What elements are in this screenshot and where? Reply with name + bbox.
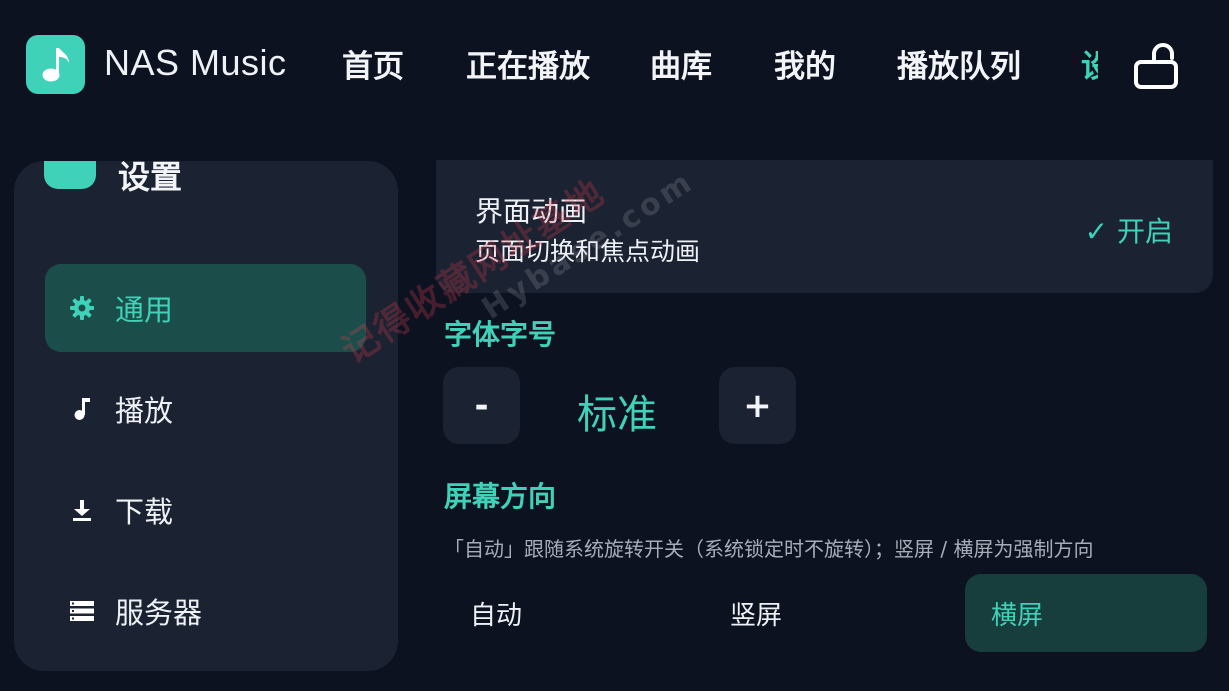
orientation-option-portrait[interactable]: 竖屏 [704,574,946,652]
sidebar-item-label: 通用 [115,293,174,327]
sidebar-item-server[interactable]: 服务器 [45,567,366,655]
sidebar-item-general[interactable]: 通用 [45,264,366,352]
orientation-description: 「自动」跟随系统旋转开关（系统锁定时不旋转）；竖屏 / 横屏为强制方向 [444,537,1094,561]
sidebar-item-label: 服务器 [115,596,203,630]
sidebar-item-label: 下载 [115,495,174,529]
orientation-option-label: 横屏 [991,600,1044,631]
sidebar-title: 设置 [118,161,183,196]
settings-header-icon [44,161,96,189]
font-size-decrease-button[interactable]: - [443,367,520,444]
animation-setting-card[interactable]: 界面动画 页面切换和焦点动画 ✓ 开启 [436,160,1213,293]
orientation-title: 屏幕方向 [444,480,557,513]
nav-library[interactable]: 曲库 [650,42,712,92]
font-size-value: 标准 [577,392,657,438]
orientation-option-label: 竖屏 [730,600,783,631]
gear-icon [67,293,97,323]
settings-content: 界面动画 页面切换和焦点动画 ✓ 开启 字体字号 - 标准 + 屏幕方向 「自动… [436,160,1229,691]
app-logo-icon [26,35,85,94]
font-size-title: 字体字号 [444,318,557,351]
download-icon [67,495,97,525]
animation-title: 界面动画 [475,195,588,228]
sidebar-header: 设置 [44,161,182,205]
animation-toggle[interactable]: ✓ 开启 [1085,210,1173,250]
server-icon [67,596,97,626]
orientation-option-auto[interactable]: 自动 [444,574,686,652]
orientation-option-label: 自动 [470,600,523,631]
lock-open-icon[interactable] [1128,40,1184,96]
orientation-option-landscape[interactable]: 横屏 [965,574,1207,652]
music-note-icon [67,394,97,424]
nav-play-queue[interactable]: 播放队列 [897,42,1021,92]
font-size-increase-button[interactable]: + [719,367,796,444]
sidebar-item-label: 播放 [115,394,174,428]
top-bar: NAS Music 首页 正在播放 曲库 我的 播放队列 设置 [0,0,1229,130]
sidebar-item-download[interactable]: 下载 [45,466,366,554]
nav-mine[interactable]: 我的 [774,42,836,92]
animation-description: 页面切换和焦点动画 [475,237,701,266]
sidebar-item-playback[interactable]: 播放 [45,365,366,453]
nav-home[interactable]: 首页 [342,42,404,92]
main-nav: 首页 正在播放 曲库 我的 播放队列 设置 [342,42,1098,92]
nav-now-playing[interactable]: 正在播放 [466,42,590,92]
app-name: NAS Music [104,42,287,83]
app-window: NAS Music 首页 正在播放 曲库 我的 播放队列 设置 设置 [0,0,1229,691]
settings-sidebar: 设置 通用 播放 下载 服务器 [14,161,398,671]
nav-settings[interactable]: 设置 [1081,42,1098,92]
